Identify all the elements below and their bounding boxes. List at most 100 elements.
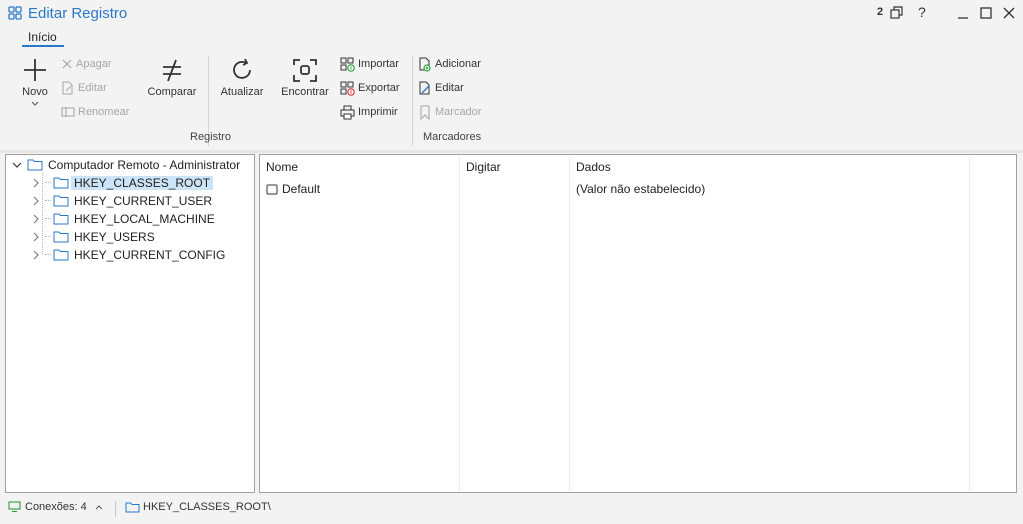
- windows-count-badge: 2: [877, 6, 884, 18]
- values-list[interactable]: Nome Digitar Dados Default (Valor não es…: [259, 154, 1017, 493]
- chevron-down-icon: [12, 162, 22, 168]
- apagar-label: Apagar: [76, 58, 112, 70]
- value-name: Default: [282, 182, 321, 196]
- value-icon: [266, 184, 278, 194]
- folder-icon: [53, 249, 69, 261]
- marcador-button[interactable]: Marcador: [418, 103, 481, 121]
- printer-icon: [340, 105, 355, 119]
- atualizar-button[interactable]: Atualizar: [218, 56, 266, 98]
- imprimir-button[interactable]: Imprimir: [340, 103, 398, 121]
- comparar-label: Comparar: [147, 86, 197, 98]
- column-header-nome[interactable]: Nome: [266, 160, 298, 174]
- window-title: Editar Registro: [28, 5, 128, 22]
- chevron-right-icon: [33, 196, 39, 205]
- connections-label: Conexões: 4: [25, 501, 87, 513]
- rename-icon: [61, 107, 75, 117]
- tree-connector: [45, 218, 51, 219]
- tree-item-hkey-classes-root[interactable]: HKEY_CLASSES_ROOT: [32, 174, 214, 191]
- adicionar-button[interactable]: Adicionar: [418, 55, 481, 73]
- plus-icon: [24, 59, 46, 81]
- maximize-icon[interactable]: [978, 5, 994, 21]
- tree-connector: [45, 182, 51, 183]
- imprimir-label: Imprimir: [358, 106, 398, 118]
- novo-label: Novo: [22, 86, 48, 98]
- title-bar: Editar Registro 2 ?: [0, 0, 1023, 28]
- column-divider[interactable]: [569, 155, 570, 492]
- folder-icon: [53, 231, 69, 243]
- folder-icon: [53, 213, 69, 225]
- value-data: (Valor não estabelecido): [576, 182, 706, 196]
- tree-item-label: HKEY_USERS: [74, 229, 155, 244]
- bookmark-icon: [420, 105, 430, 120]
- import-icon: [340, 57, 355, 72]
- restore-windows-icon[interactable]: [888, 5, 904, 21]
- tab-active-indicator: [22, 45, 64, 47]
- add-bookmark-icon: [419, 57, 431, 72]
- tree-root[interactable]: Computador Remoto - Administrator: [12, 156, 243, 173]
- tree-item-hkey-local-machine[interactable]: HKEY_LOCAL_MACHINE: [32, 210, 218, 227]
- editar-button[interactable]: Editar: [61, 79, 107, 97]
- atualizar-label: Atualizar: [220, 86, 264, 98]
- connections-status[interactable]: Conexões: 4: [8, 501, 103, 513]
- tab-inicio[interactable]: Início: [28, 30, 57, 44]
- export-icon: [340, 81, 355, 96]
- tree-item-hkey-current-user[interactable]: HKEY_CURRENT_USER: [32, 192, 215, 209]
- close-icon[interactable]: [1001, 5, 1017, 21]
- folder-icon: [53, 177, 69, 189]
- current-path: HKEY_CLASSES_ROOT\: [125, 501, 271, 513]
- column-divider[interactable]: [459, 155, 460, 492]
- encontrar-button[interactable]: Encontrar: [279, 56, 331, 98]
- marcador-label: Marcador: [435, 106, 482, 118]
- novo-button[interactable]: Novo: [18, 56, 52, 107]
- tree-item-label: HKEY_CLASSES_ROOT: [71, 175, 214, 190]
- column-header-dados[interactable]: Dados: [576, 160, 611, 174]
- registry-app-icon: [8, 6, 22, 20]
- computer-folder-icon: [27, 159, 43, 171]
- adicionar-label: Adicionar: [435, 58, 481, 70]
- tree-connector: [45, 236, 51, 237]
- tree-item-hkey-current-config[interactable]: HKEY_CURRENT_CONFIG: [32, 246, 228, 263]
- editar-marcador-button[interactable]: Editar: [418, 79, 464, 97]
- ribbon: Novo Apagar Editar Renomear Comparar Atu…: [0, 48, 1023, 150]
- tree-item-label: HKEY_CURRENT_USER: [74, 193, 213, 208]
- registry-tree[interactable]: Computador Remoto - Administrator HKEY_C…: [5, 154, 255, 493]
- chevron-down-icon: [31, 101, 39, 106]
- monitor-icon: [8, 501, 21, 513]
- exportar-label: Exportar: [358, 82, 400, 94]
- group-label-registro: Registro: [190, 131, 231, 143]
- ribbon-separator: [412, 56, 413, 146]
- editar-label: Editar: [78, 82, 107, 94]
- chevron-up-icon: [95, 505, 103, 510]
- tree-item-label: HKEY_CURRENT_CONFIG: [74, 247, 226, 262]
- importar-button[interactable]: Importar: [340, 55, 399, 73]
- ribbon-divider: [0, 150, 1023, 153]
- status-bar: Conexões: 4 HKEY_CLASSES_ROOT\: [0, 497, 1023, 524]
- refresh-icon: [233, 58, 251, 79]
- help-button[interactable]: ?: [918, 4, 926, 20]
- tree-connector: [45, 200, 51, 201]
- current-path-label: HKEY_CLASSES_ROOT\: [143, 501, 271, 513]
- apagar-button[interactable]: Apagar: [61, 55, 111, 73]
- find-focus-icon: [293, 59, 317, 82]
- exportar-button[interactable]: Exportar: [340, 79, 400, 97]
- comparar-button[interactable]: Comparar: [144, 56, 200, 98]
- column-header-digitar[interactable]: Digitar: [466, 160, 501, 174]
- not-equal-icon: [163, 59, 181, 82]
- renomear-button[interactable]: Renomear: [61, 103, 129, 121]
- column-divider[interactable]: [969, 155, 970, 492]
- editar-marcador-label: Editar: [435, 82, 464, 94]
- edit-document-icon: [62, 81, 73, 95]
- delete-x-icon: [62, 59, 72, 69]
- edit-bookmark-icon: [419, 81, 430, 94]
- group-label-marcadores: Marcadores: [423, 131, 482, 143]
- importar-label: Importar: [358, 58, 399, 70]
- table-row[interactable]: Default: [266, 182, 320, 196]
- tree-item-hkey-users[interactable]: HKEY_USERS: [32, 228, 158, 245]
- tree-connector: [45, 254, 51, 255]
- chevron-right-icon: [33, 214, 39, 223]
- encontrar-label: Encontrar: [281, 86, 329, 98]
- tree-root-label: Computador Remoto - Administrator: [48, 157, 241, 172]
- renomear-label: Renomear: [78, 106, 130, 118]
- folder-icon: [53, 195, 69, 207]
- minimize-icon[interactable]: [955, 5, 971, 21]
